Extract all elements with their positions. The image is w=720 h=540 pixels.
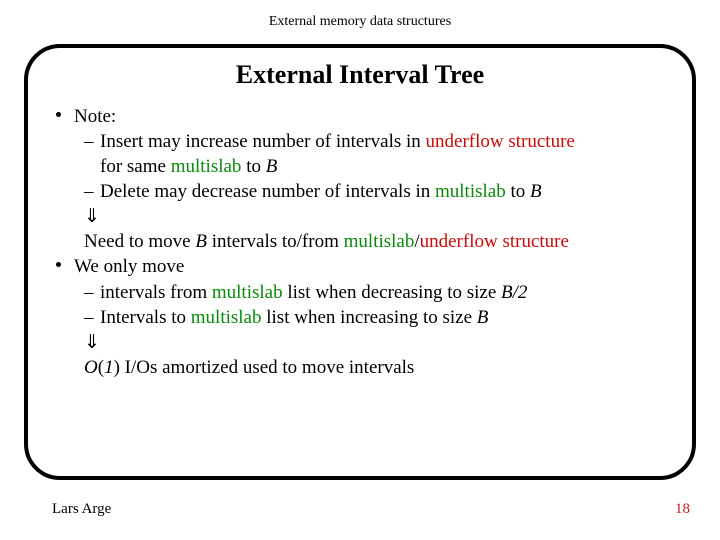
need-move-line: Need to move B intervals to/from multisl… <box>48 229 672 254</box>
text: We only move <box>74 256 184 277</box>
big-O: O <box>84 357 98 378</box>
sub-insert-cont: for same multislab to B <box>48 154 672 179</box>
var-B2: B/2 <box>501 282 527 303</box>
slide-body: Note: Insert may increase number of inte… <box>48 104 672 380</box>
term-multislab: multislab <box>171 156 242 177</box>
text: Need to move <box>84 231 195 252</box>
sub-increase: Intervals to multislab list when increas… <box>48 305 672 330</box>
down-double-arrow-icon: ⇓ <box>84 206 100 227</box>
text: list when decreasing to size <box>283 282 501 303</box>
term-multislab: multislab <box>344 231 415 252</box>
var-B: B <box>266 156 278 177</box>
bullet-note: Note: <box>48 104 672 129</box>
bullet-dot-icon <box>56 262 61 267</box>
course-header: External memory data structures <box>0 0 720 30</box>
text: to <box>241 156 265 177</box>
var-B: B <box>195 231 207 252</box>
page-number: 18 <box>675 501 690 518</box>
term-underflow: underflow structure <box>420 231 569 252</box>
note-label: Note: <box>74 106 116 127</box>
down-double-arrow-icon: ⇓ <box>84 332 100 353</box>
term-multislab: multislab <box>191 307 262 328</box>
slide-frame: External Interval Tree Note: Insert may … <box>24 44 696 480</box>
one: 1 <box>104 357 114 378</box>
sub-decrease: intervals from multislab list when decre… <box>48 280 672 305</box>
term-multislab: multislab <box>212 282 283 303</box>
author-footer: Lars Arge <box>52 501 111 518</box>
down-arrow-2: ⇓ <box>48 330 672 355</box>
text: list when increasing to size <box>262 307 477 328</box>
text: to <box>506 181 530 202</box>
term-underflow: underflow structure <box>426 131 575 152</box>
var-B: B <box>477 307 489 328</box>
amortized-line: O(1) I/Os amortized used to move interva… <box>48 355 672 380</box>
bullet-dot-icon <box>56 112 61 117</box>
var-B: B <box>530 181 542 202</box>
text: I/Os amortized used to move intervals <box>120 357 414 378</box>
sub-delete: Delete may decrease number of intervals … <box>48 179 672 204</box>
text: intervals to/from <box>207 231 344 252</box>
slide-title: External Interval Tree <box>48 60 672 90</box>
text: Delete may decrease number of intervals … <box>100 181 435 202</box>
bullet-we-only: We only move <box>48 254 672 279</box>
text: for same <box>100 156 171 177</box>
text: Intervals to <box>100 307 191 328</box>
text: intervals from <box>100 282 212 303</box>
text: Insert may increase number of intervals … <box>100 131 426 152</box>
sub-insert: Insert may increase number of intervals … <box>48 129 672 154</box>
down-arrow-1: ⇓ <box>48 204 672 229</box>
term-multislab: multislab <box>435 181 506 202</box>
